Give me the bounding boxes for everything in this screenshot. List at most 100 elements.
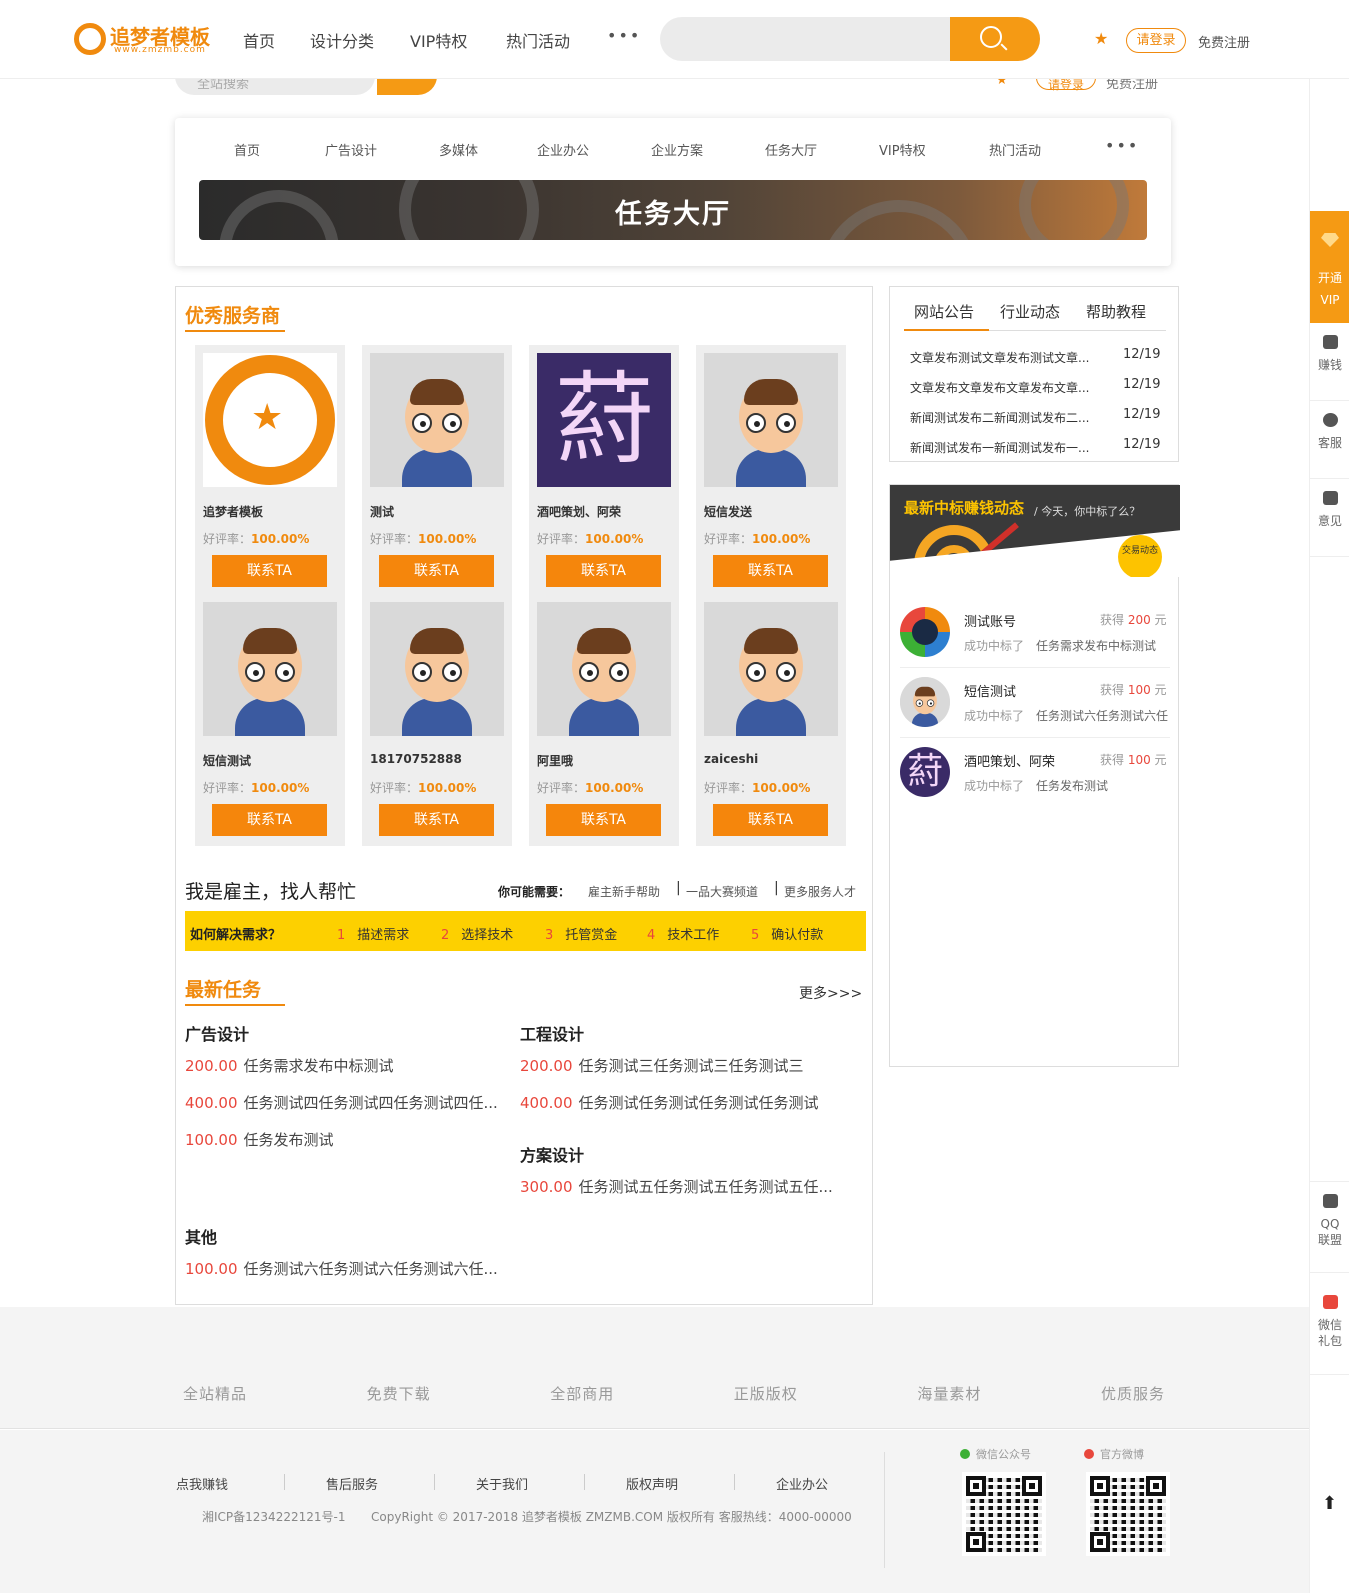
subnav-ad-design[interactable]: 广告设计 [325, 140, 377, 159]
provider-card[interactable]: 测试 好评率：100.00% 联系TA [362, 345, 512, 597]
task-item[interactable]: 100.00 任务测试六任务测试六任务测试六任... [185, 1258, 498, 1279]
sidebar-wechat-gift[interactable]: 微信礼包 [1310, 1283, 1349, 1375]
ghost-login-row: ★ 请登录 免费注册 [996, 79, 1176, 99]
cartoon-avatar-icon [537, 602, 671, 736]
provider-name: 酒吧策划、阿荣 [537, 505, 622, 519]
subnav-solutions[interactable]: 企业方案 [651, 140, 703, 159]
favorite-star-icon[interactable]: ★ [1094, 29, 1108, 48]
footer-link[interactable]: 点我赚钱 [176, 1474, 228, 1493]
tab-industry[interactable]: 行业动态 [1000, 301, 1060, 322]
contact-button[interactable]: 联系TA [212, 555, 327, 587]
need-label: 你可能需要： [498, 885, 571, 899]
task-item[interactable]: 400.00 任务测试任务测试任务测试任务测试 [520, 1092, 819, 1113]
task-category[interactable]: 工程设计 [520, 1021, 584, 1045]
provider-avatar[interactable] [203, 602, 337, 736]
main-content: 优秀服务商 ★ 追梦者模板 好评率：100.00% 联系TA 测试 好评率：100.00%… [175, 286, 873, 1305]
site-logo[interactable]: 追梦者模板 www.zmzmb.com [74, 18, 224, 60]
provider-card[interactable]: 短信发送 好评率：100.00% 联系TA [696, 345, 846, 597]
sidebar-qq[interactable]: QQ联盟 [1310, 1181, 1349, 1273]
footer-link[interactable]: 售后服务 [326, 1474, 378, 1493]
provider-card[interactable]: 18170752888 好评率：100.00% 联系TA [362, 594, 512, 846]
provider-avatar[interactable] [370, 602, 504, 736]
provider-avatar[interactable] [537, 602, 671, 736]
contact-button[interactable]: 联系TA [713, 555, 828, 587]
topnav-home[interactable]: 首页 [243, 28, 275, 52]
contact-button[interactable]: 联系TA [379, 804, 494, 836]
need-link-contest[interactable]: 一品大赛频道 [686, 883, 758, 900]
need-link-newbie[interactable]: 雇主新手帮助 [588, 883, 660, 900]
footer-link[interactable]: 企业办公 [776, 1474, 828, 1493]
tab-help[interactable]: 帮助教程 [1086, 301, 1146, 322]
provider-avatar[interactable] [704, 353, 838, 487]
winner-amount: 获得 200 元 [1100, 613, 1167, 627]
footer-link[interactable]: 关于我们 [476, 1474, 528, 1493]
provider-avatar[interactable] [704, 602, 838, 736]
subnav-home[interactable]: 首页 [234, 140, 260, 159]
contact-button[interactable]: 联系TA [212, 804, 327, 836]
task-category[interactable]: 广告设计 [185, 1021, 249, 1045]
need-link-talent[interactable]: 更多服务人才 [784, 883, 856, 900]
trade-badge: 交易动态 [1118, 535, 1162, 577]
provider-card[interactable]: zaiceshi 好评率：100.00% 联系TA [696, 594, 846, 846]
notice-item[interactable]: 新闻测试发布一新闻测试发布一... [910, 439, 1089, 456]
subnav-events[interactable]: 热门活动 [989, 140, 1041, 159]
footer-link[interactable]: 版权声明 [626, 1474, 678, 1493]
task-category[interactable]: 其他 [185, 1224, 217, 1248]
subnav-vip[interactable]: VIP特权 [879, 140, 926, 159]
topnav-events[interactable]: 热门活动 [506, 28, 570, 52]
provider-avatar[interactable]: 葤 [537, 353, 671, 487]
contact-button[interactable]: 联系TA [546, 555, 661, 587]
subnav-task-hall[interactable]: 任务大厅 [765, 140, 817, 159]
search-button[interactable] [950, 17, 1040, 61]
register-link[interactable]: 免费注册 [1198, 32, 1250, 51]
notice-item[interactable]: 新闻测试发布二新闻测试发布二... [910, 409, 1089, 426]
wechat-label: 微信公众号 [960, 1446, 1031, 1462]
provider-avatar[interactable]: ★ [203, 353, 337, 487]
topnav-more-icon[interactable]: ••• [607, 26, 641, 45]
winner-desc: 成功中标了 任务测试六任务测试六任 [964, 709, 1169, 723]
tab-announcements[interactable]: 网站公告 [914, 301, 974, 322]
cartoon-avatar-icon [704, 602, 838, 736]
sidebar-service[interactable]: 客服 [1310, 401, 1349, 479]
provider-card[interactable]: 葤酒吧策划、阿荣 好评率：100.00% 联系TA [529, 345, 679, 597]
task-category[interactable]: 方案设计 [520, 1142, 584, 1166]
sidebar-earn[interactable]: 赚钱 [1310, 323, 1349, 401]
provider-card[interactable]: 短信测试 好评率：100.00% 联系TA [195, 594, 345, 846]
task-item[interactable]: 200.00 任务测试三任务测试三任务测试三 [520, 1055, 804, 1076]
winner-name: 测试账号 [964, 615, 1017, 630]
step-item: 1 描述需求 [337, 928, 410, 943]
notice-item[interactable]: 文章发布文章发布文章发布文章... [910, 379, 1089, 396]
task-item[interactable]: 300.00 任务测试五任务测试五任务测试五任... [520, 1176, 833, 1197]
subnav-more-icon[interactable]: ••• [1105, 136, 1139, 155]
task-item[interactable]: 400.00 任务测试四任务测试四任务测试四任... [185, 1092, 498, 1113]
contact-button[interactable]: 联系TA [379, 555, 494, 587]
fixed-sidebar: 开通VIP 赚钱 客服 意见 QQ联盟 微信礼包 ⬆ [1309, 79, 1349, 1593]
winner-amount: 获得 100 元 [1100, 683, 1167, 697]
notice-date: 12/19 [1123, 437, 1161, 452]
login-button[interactable]: 请登录 [1126, 28, 1186, 53]
winner-row[interactable]: 测试账号 获得 200 元成功中标了 任务需求发布中标测试 [900, 597, 1170, 667]
open-vip-button[interactable]: 开通VIP [1310, 211, 1349, 323]
footer-feature: 全站精品 [183, 1385, 248, 1403]
topnav-design[interactable]: 设计分类 [310, 28, 374, 52]
task-item[interactable]: 100.00 任务发布测试 [185, 1129, 334, 1150]
provider-rating: 好评率：100.00% [370, 781, 477, 795]
subnav-multimedia[interactable]: 多媒体 [439, 140, 478, 159]
winner-row[interactable]: 短信测试 获得 100 元成功中标了 任务测试六任务测试六任 [900, 667, 1170, 737]
wechat-icon [960, 1449, 970, 1459]
back-to-top-icon[interactable]: ⬆ [1322, 1493, 1337, 1514]
provider-avatar[interactable] [370, 353, 504, 487]
notice-item[interactable]: 文章发布测试文章发布测试文章... [910, 349, 1089, 366]
contact-button[interactable]: 联系TA [713, 804, 828, 836]
sidebar-feedback[interactable]: 意见 [1310, 479, 1349, 557]
topnav-vip[interactable]: VIP特权 [410, 28, 467, 52]
provider-card[interactable]: 阿里哦 好评率：100.00% 联系TA [529, 594, 679, 846]
logo-mark-icon [74, 23, 106, 55]
provider-card[interactable]: ★ 追梦者模板 好评率：100.00% 联系TA [195, 345, 345, 597]
contact-button[interactable]: 联系TA [546, 804, 661, 836]
task-item[interactable]: 200.00 任务需求发布中标测试 [185, 1055, 394, 1076]
winner-row[interactable]: 葤酒吧策划、阿荣 获得 100 元成功中标了 任务发布测试 [900, 737, 1170, 807]
subnav-office[interactable]: 企业办公 [537, 140, 589, 159]
cartoon-avatar-icon [370, 602, 504, 736]
tasks-more-link[interactable]: 更多>>> [799, 983, 862, 1003]
